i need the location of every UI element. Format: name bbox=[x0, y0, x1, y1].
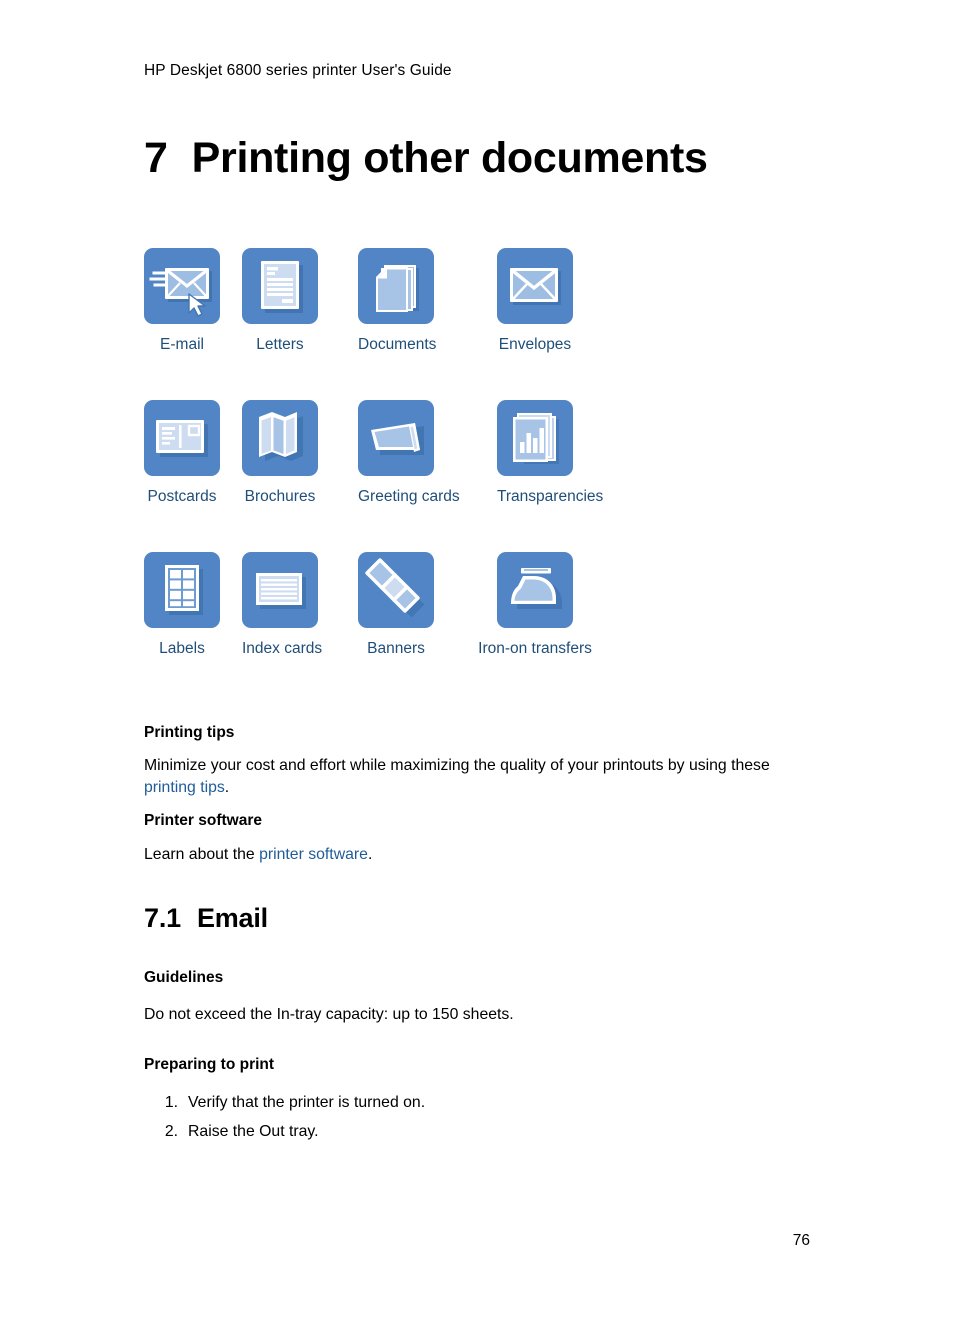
list-item: 2. Raise the Out tray. bbox=[144, 1117, 425, 1146]
icon-label: E-mail bbox=[160, 336, 204, 353]
preparing-to-print-heading: Preparing to print bbox=[144, 1056, 275, 1073]
icon-label: Documents bbox=[358, 336, 437, 353]
printer-software-heading: Printer software bbox=[144, 812, 263, 829]
guidelines-paragraph: Do not exceed the In-tray capacity: up t… bbox=[144, 1006, 514, 1023]
printing-tips-heading: Printing tips bbox=[144, 724, 235, 741]
icon-label: Index cards bbox=[242, 640, 323, 657]
email-envelope-cursor-icon bbox=[144, 248, 220, 324]
icon-row-2: Postcards Brochures Greeting cards Trans… bbox=[144, 400, 644, 552]
icon-label: Banners bbox=[367, 640, 425, 657]
icon-label: Greeting cards bbox=[358, 488, 460, 505]
icon-item-email[interactable]: E-mail bbox=[144, 248, 220, 356]
preparing-to-print-steps: 1. Verify that the printer is turned on. … bbox=[144, 1088, 425, 1146]
transparency-chart-icon bbox=[497, 400, 573, 476]
list-item-number: 1. bbox=[164, 1094, 178, 1111]
list-item-label: Raise the Out tray. bbox=[188, 1123, 319, 1141]
section-title-email: 7.1 Email bbox=[144, 903, 268, 934]
icon-item-transparencies[interactable]: Transparencies bbox=[497, 400, 604, 508]
icon-item-postcards[interactable]: Postcards bbox=[144, 400, 220, 508]
icon-row-3: Labels Index cards Banners Iron-on trans… bbox=[144, 552, 644, 704]
icon-item-brochures[interactable]: Brochures bbox=[242, 400, 318, 508]
document-type-icon-grid: E-mail Letters Documents Envelopes Postc… bbox=[144, 248, 644, 704]
paragraph-text: Minimize your cost and effort while maxi… bbox=[144, 757, 770, 774]
icon-label: Iron-on transfers bbox=[478, 640, 592, 657]
icon-label: Transparencies bbox=[497, 488, 604, 505]
label-sheet-icon bbox=[144, 552, 220, 628]
icon-label: Envelopes bbox=[498, 336, 572, 353]
section-number: 7.1 bbox=[144, 903, 181, 933]
icon-item-greeting-cards[interactable]: Greeting cards bbox=[358, 400, 460, 508]
paragraph-text: Learn about the bbox=[144, 846, 260, 863]
printing-tips-link[interactable]: printing tips bbox=[144, 779, 225, 796]
icon-item-iron-on-transfers[interactable]: Iron-on transfers bbox=[478, 552, 592, 660]
greeting-card-icon bbox=[358, 400, 434, 476]
icon-row-1: E-mail Letters Documents Envelopes bbox=[144, 248, 644, 400]
icon-item-index-cards[interactable]: Index cards bbox=[242, 552, 323, 660]
icon-item-letters[interactable]: Letters bbox=[242, 248, 318, 356]
printer-software-link[interactable]: printer software bbox=[259, 846, 368, 863]
chapter-title-text: Printing other documents bbox=[191, 134, 708, 182]
icon-label: Postcards bbox=[147, 488, 217, 505]
document-page: HP Deskjet 6800 series printer User's Gu… bbox=[0, 0, 954, 1321]
icon-label: Labels bbox=[159, 640, 205, 657]
index-card-icon bbox=[242, 552, 318, 628]
printing-tips-paragraph: Minimize your cost and effort while maxi… bbox=[144, 755, 816, 800]
iron-icon bbox=[497, 552, 573, 628]
list-item-number: 2. bbox=[164, 1123, 178, 1141]
chapter-number: 7 bbox=[144, 134, 168, 182]
icon-label: Letters bbox=[256, 336, 304, 353]
running-header: HP Deskjet 6800 series printer User's Gu… bbox=[144, 62, 452, 79]
icon-item-banners[interactable]: Banners bbox=[358, 552, 434, 660]
icon-item-labels[interactable]: Labels bbox=[144, 552, 220, 660]
icon-label: Brochures bbox=[244, 488, 316, 505]
guidelines-heading: Guidelines bbox=[144, 969, 224, 986]
icon-item-documents[interactable]: Documents bbox=[358, 248, 437, 356]
paragraph-text-end: . bbox=[367, 846, 373, 863]
envelope-icon bbox=[497, 248, 573, 324]
list-item-label: Verify that the printer is turned on. bbox=[188, 1094, 426, 1111]
list-item: 1. Verify that the printer is turned on. bbox=[144, 1088, 425, 1117]
letter-document-icon bbox=[242, 248, 318, 324]
page-title: 7 Printing other documents bbox=[144, 134, 708, 183]
banner-fold-icon bbox=[358, 552, 434, 628]
paragraph-text-end: . bbox=[224, 779, 230, 797]
printer-software-paragraph: Learn about the printer software. bbox=[144, 844, 816, 866]
postcard-icon bbox=[144, 400, 220, 476]
page-number: 76 bbox=[792, 1232, 810, 1249]
icon-item-envelopes[interactable]: Envelopes bbox=[497, 248, 573, 356]
folded-brochure-icon bbox=[242, 400, 318, 476]
stacked-pages-icon bbox=[358, 248, 434, 324]
section-title-text: Email bbox=[196, 903, 268, 933]
